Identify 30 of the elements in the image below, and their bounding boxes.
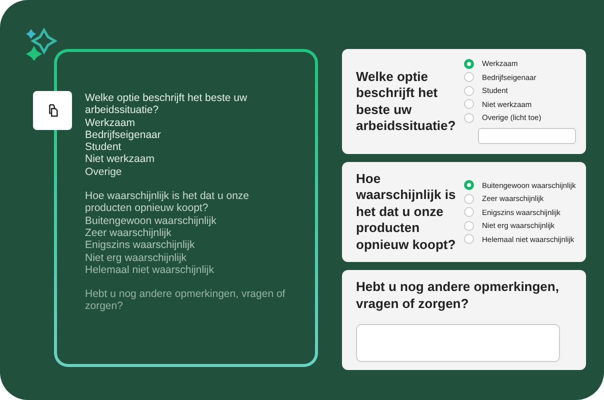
radio-button[interactable] (464, 99, 474, 110)
question-text: Hoe waarschijnlijk is het dat u onze producten opnieuw koopt? (356, 170, 457, 254)
radio-button[interactable] (464, 112, 474, 123)
answer-box[interactable] (356, 324, 560, 362)
question-text: Hoe waarschijnlijk is het dat u onze producten opnieuw koopt? (85, 190, 250, 215)
copy-button[interactable] (33, 91, 72, 130)
question-text: Welke optie beschrijft het beste uw arbeidssituatie? (85, 92, 248, 117)
radio-button[interactable] (464, 180, 474, 190)
option-text: Werkzaam (85, 116, 136, 129)
radio-button[interactable] (464, 86, 474, 96)
option-text: Niet werkzaam (85, 153, 156, 166)
radio-button[interactable] (464, 72, 474, 82)
option-text: Buitengewoon waarschijnlijk (85, 214, 218, 227)
radio-button[interactable] (464, 58, 474, 69)
option-text: Helemaal niet waarschijnlijk (85, 264, 215, 276)
option-text: Zeer waarschijnlijk (85, 226, 172, 240)
question-text: Hebt u nog andere opmerkingen, vragen of zorgen? (85, 288, 286, 313)
option-text: Bedrijfseigenaar (85, 128, 162, 142)
input-field[interactable] (478, 128, 576, 144)
option-text: Enigszins waarschijnlijk (85, 239, 196, 252)
radio-button[interactable] (464, 220, 474, 230)
question-text: Welke optie beschrijft het beste uw arbeidssituatie? (356, 68, 457, 134)
option-text: Niet erg waarschijnlijk (85, 252, 188, 264)
question-text: Hebt u nog andere opmerkingen, vragen of zorgen? (356, 278, 560, 312)
radio-button[interactable] (464, 207, 474, 217)
radio-button[interactable] (464, 234, 474, 244)
option-text: Student (85, 141, 122, 154)
option-text: Overige (85, 166, 123, 178)
sparkle-icon (26, 27, 60, 61)
radio-button[interactable] (464, 194, 474, 204)
